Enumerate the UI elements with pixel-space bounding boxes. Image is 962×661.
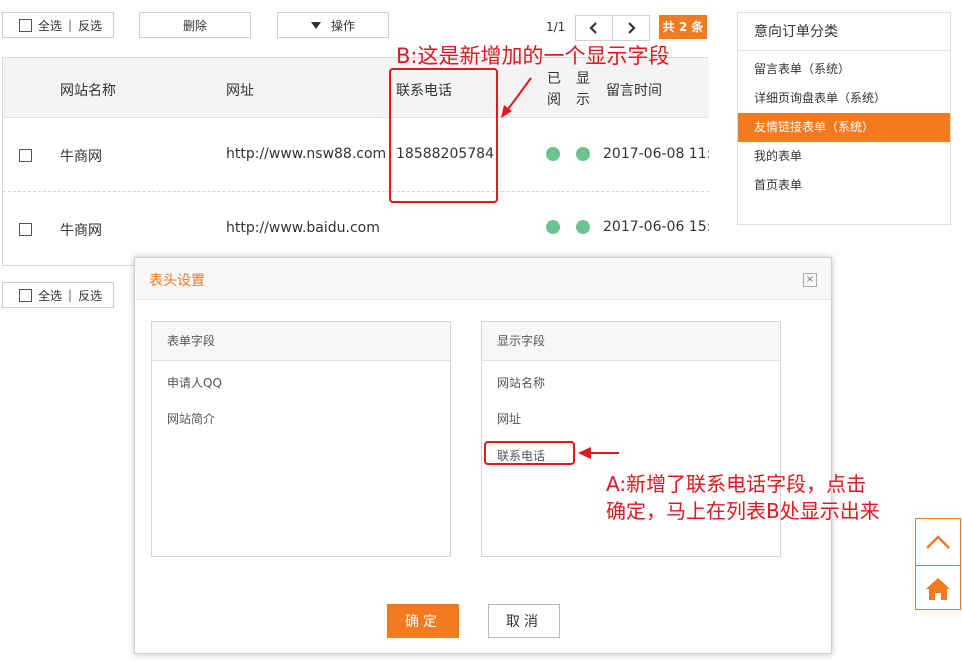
form-fields-title: 表单字段	[152, 322, 450, 361]
actions-dropdown-button[interactable]: 操作	[277, 12, 389, 38]
header-url: 网址	[226, 83, 254, 99]
toolbar-separator: |	[68, 18, 73, 32]
invert-selection-link[interactable]: 反选	[78, 17, 102, 34]
order-category-sidebar: 意向订单分类 留言表单（系统） 详细页询盘表单（系统） 友情链接表单（系统） 我…	[737, 12, 951, 225]
back-to-top-button[interactable]	[916, 519, 960, 565]
sidebar-item-my-form[interactable]: 我的表单	[738, 142, 950, 171]
dialog-title: 表头设置	[149, 273, 205, 289]
close-icon[interactable]: ×	[803, 273, 817, 287]
display-item-url[interactable]: 网址	[497, 410, 521, 427]
row-url: http://www.baidu.com	[226, 220, 380, 236]
chevron-right-icon	[628, 22, 636, 34]
annotation-b-text: B:这是新增加的一个显示字段	[396, 44, 670, 68]
table-row: 牛商网 http://www.nsw88.com 18588205784 201…	[3, 118, 709, 192]
form-fields-panel: 表单字段 申请人QQ 网站简介	[151, 321, 451, 557]
delete-button[interactable]: 删除	[139, 12, 251, 38]
header-read-1: 已	[547, 71, 561, 87]
header-settings-dialog: 表头设置 × 表单字段 申请人QQ 网站简介 显示字段 网站名称 网址 联系电话…	[134, 257, 832, 654]
floating-nav-bar	[915, 518, 961, 610]
sidebar-item-home-form[interactable]: 首页表单	[738, 171, 950, 200]
cancel-button[interactable]: 取消	[488, 604, 560, 638]
annotation-a-line2: 确定，马上在列表B处显示出来	[606, 499, 880, 523]
annotation-a-line1: A:新增了联系电话字段，点击	[606, 472, 867, 496]
dialog-header: 表头设置 ×	[135, 258, 831, 300]
row-time: 2017-06-08 11:3	[603, 146, 709, 162]
home-icon	[926, 577, 950, 600]
row-checkbox[interactable]	[19, 149, 32, 162]
home-button[interactable]	[916, 565, 960, 611]
row-site-name: 牛商网	[60, 149, 102, 165]
page-info: 1/1	[546, 20, 566, 34]
row-checkbox[interactable]	[19, 223, 32, 236]
sidebar-item-detail-inquiry-form[interactable]: 详细页询盘表单（系统）	[738, 84, 950, 113]
header-show-2: 示	[576, 92, 590, 108]
show-status-dot[interactable]	[576, 147, 590, 161]
header-show-1: 显	[576, 71, 590, 87]
header-time: 留言时间	[606, 83, 662, 99]
row-site-name: 牛商网	[60, 223, 102, 239]
chevron-up-icon	[926, 535, 950, 549]
show-status-dot[interactable]	[576, 220, 590, 234]
select-all-link[interactable]: 全选	[38, 17, 62, 34]
field-item-applicant-qq[interactable]: 申请人QQ	[167, 374, 222, 391]
header-site-name: 网站名称	[60, 83, 116, 99]
annotation-box-phone-column	[389, 68, 498, 203]
data-table: 网站名称 网址 联系电话 已 阅 显 示 留言时间 牛商网 http://www…	[2, 57, 709, 266]
total-count-badge: 共 2 条	[659, 15, 707, 39]
row-url: http://www.nsw88.com	[226, 146, 387, 162]
select-all-checkbox[interactable]	[19, 288, 32, 302]
prev-page-button[interactable]	[575, 15, 613, 41]
display-item-site-name[interactable]: 网站名称	[497, 374, 545, 391]
select-all-checkbox[interactable]	[19, 18, 32, 32]
sidebar-title: 意向订单分类	[738, 13, 950, 51]
sidebar-item-message-form[interactable]: 留言表单（系统）	[738, 55, 950, 84]
invert-selection-link[interactable]: 反选	[78, 287, 102, 304]
toolbar-separator: |	[68, 288, 73, 302]
table-row: 牛商网 http://www.baidu.com 2017-06-06 15:3	[3, 192, 709, 266]
confirm-button[interactable]: 确定	[387, 604, 459, 638]
select-toolbar-bottom: 全选 | 反选	[2, 282, 114, 308]
annotation-a-arrow	[578, 447, 619, 459]
next-page-button[interactable]	[612, 15, 650, 41]
annotation-box-phone-field	[484, 441, 575, 465]
read-status-dot	[546, 147, 560, 161]
row-time: 2017-06-06 15:3	[603, 219, 709, 235]
display-fields-title: 显示字段	[482, 322, 780, 361]
chevron-left-icon	[589, 22, 597, 34]
read-status-dot	[546, 220, 560, 234]
select-toolbar-top: 全选 | 反选	[2, 12, 114, 38]
sidebar-item-friend-link-form[interactable]: 友情链接表单（系统）	[738, 113, 950, 142]
triangle-down-icon	[310, 21, 321, 29]
actions-label: 操作	[330, 18, 355, 33]
field-item-site-intro[interactable]: 网站简介	[167, 410, 215, 427]
select-all-link[interactable]: 全选	[38, 287, 62, 304]
annotation-b-arrow	[501, 77, 532, 118]
header-read-2: 阅	[547, 92, 561, 108]
